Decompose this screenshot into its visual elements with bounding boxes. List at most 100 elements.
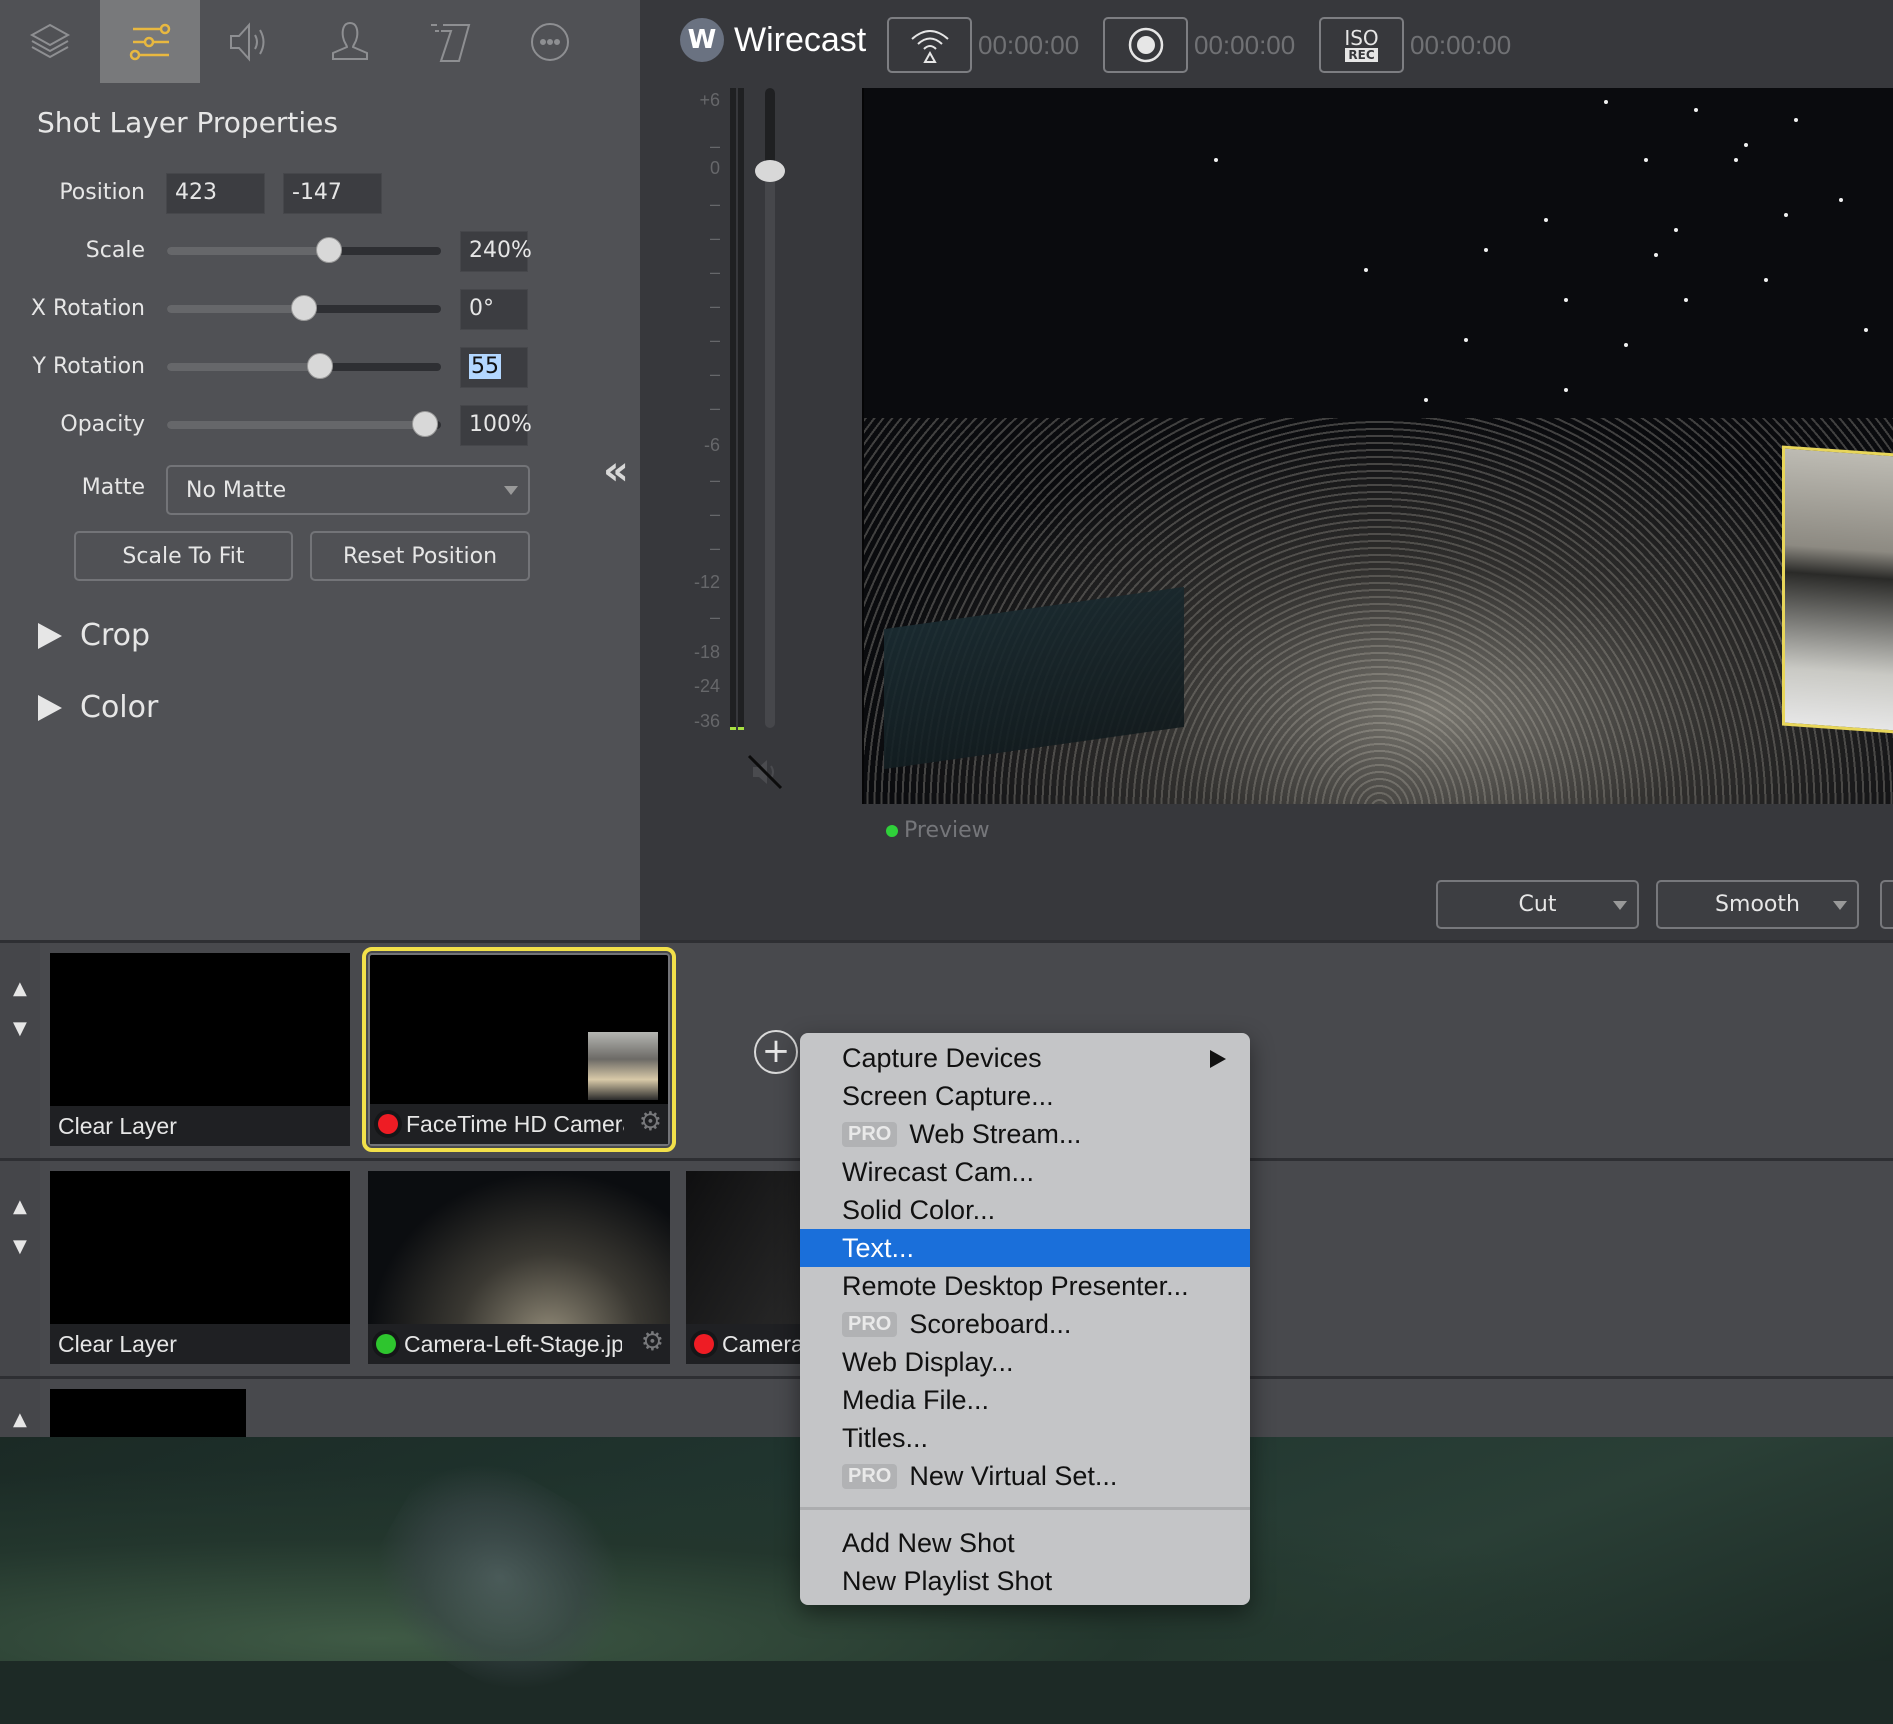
move-up-icon[interactable]: ▲ bbox=[13, 1409, 27, 1430]
color-section-toggle[interactable]: Color bbox=[38, 690, 158, 725]
pro-badge: PRO bbox=[842, 1463, 898, 1489]
menu-item[interactable]: Capture Devices bbox=[800, 1039, 1250, 1077]
star-dot bbox=[1794, 118, 1798, 122]
shot-thumbnail[interactable] bbox=[50, 1389, 246, 1440]
tab-more[interactable] bbox=[500, 0, 600, 83]
wirecast-logo-icon: W bbox=[680, 18, 724, 62]
shot-thumbnail[interactable]: Camera-Left-Stage.jpg ⚙ bbox=[368, 1171, 670, 1364]
speaker-icon bbox=[230, 21, 265, 62]
record-timecode: 00:00:00 bbox=[1194, 30, 1296, 60]
menu-item[interactable]: PRO New Virtual Set... bbox=[800, 1457, 1250, 1495]
menu-item[interactable]: PRO Scoreboard... bbox=[800, 1305, 1250, 1343]
shot-thumbnail[interactable]: Clear Layer bbox=[50, 953, 350, 1146]
gear-icon[interactable]: ⚙ bbox=[641, 1327, 664, 1357]
star-dot bbox=[1744, 143, 1748, 147]
vu-meter-left bbox=[730, 88, 736, 730]
collapse-panel-icon[interactable]: « bbox=[603, 448, 629, 494]
meter-tick: – bbox=[709, 364, 720, 384]
menu-item-label: Add New Shot bbox=[842, 1527, 1015, 1558]
move-up-icon[interactable]: ▲ bbox=[13, 978, 27, 999]
matte-select[interactable]: No Matte bbox=[166, 465, 530, 515]
menu-item[interactable]: Media File... bbox=[800, 1381, 1250, 1419]
add-shot-context-menu: Capture Devices Screen Capture... PRO Web S… bbox=[800, 1033, 1250, 1605]
meter-tick: – bbox=[709, 607, 720, 627]
reset-position-button[interactable]: Reset Position bbox=[310, 531, 530, 581]
meter-tick: – bbox=[709, 194, 720, 214]
menu-item[interactable]: New Playlist Shot bbox=[800, 1562, 1250, 1600]
shot-name: Clear Layer bbox=[58, 1112, 177, 1139]
menu-item-label: New Playlist Shot bbox=[842, 1565, 1053, 1596]
sliders-icon bbox=[129, 23, 171, 60]
transition-select-cut[interactable]: Cut bbox=[1436, 880, 1639, 929]
move-up-icon[interactable]: ▲ bbox=[13, 1196, 27, 1217]
slider-knob[interactable] bbox=[307, 353, 334, 379]
pro-badge: PRO bbox=[842, 1311, 898, 1337]
iso-record-button[interactable]: ISO REC bbox=[1319, 17, 1404, 73]
shot-name: FaceTime HD Camera bbox=[406, 1110, 624, 1137]
menu-item[interactable]: Add New Shot bbox=[800, 1524, 1250, 1562]
opacity-field[interactable]: 100% bbox=[460, 405, 532, 446]
opacity-slider[interactable] bbox=[167, 411, 441, 437]
menu-item-label: Titles... bbox=[842, 1422, 929, 1453]
x-rotation-field[interactable]: 0° bbox=[460, 289, 528, 330]
scale-label: Scale bbox=[85, 238, 145, 263]
panel-title: Shot Layer Properties bbox=[37, 106, 338, 139]
y-rotation-label: Y Rotation bbox=[32, 354, 145, 379]
tab-audio[interactable] bbox=[200, 0, 300, 83]
scale-slider[interactable] bbox=[167, 237, 441, 263]
menu-item[interactable]: Titles... bbox=[800, 1419, 1250, 1457]
shot-name: Clear Layer bbox=[58, 1330, 177, 1357]
x-rotation-slider[interactable] bbox=[167, 295, 441, 321]
menu-item[interactable]: Web Display... bbox=[800, 1343, 1250, 1381]
tab-chroma[interactable] bbox=[300, 0, 400, 83]
tab-motion[interactable] bbox=[400, 0, 500, 83]
preview-indicator bbox=[376, 1334, 396, 1354]
add-shot-button[interactable]: + bbox=[754, 1030, 798, 1074]
meter-tick: +6 bbox=[699, 90, 720, 110]
meter-tick: – bbox=[709, 136, 720, 156]
matte-value: No Matte bbox=[186, 478, 287, 503]
crop-section-toggle[interactable]: Crop bbox=[38, 618, 150, 653]
meter-tick: -36 bbox=[693, 711, 720, 731]
y-rotation-field[interactable]: 55 bbox=[460, 347, 528, 388]
move-down-icon[interactable]: ▼ bbox=[13, 1018, 27, 1039]
preview-text: Preview bbox=[904, 818, 990, 843]
record-button[interactable] bbox=[1103, 17, 1188, 73]
position-x-field[interactable]: 423 bbox=[166, 173, 265, 214]
app-name: Wirecast bbox=[734, 20, 867, 59]
x-rotation-label: X Rotation bbox=[30, 296, 145, 321]
scale-field[interactable]: 240% bbox=[460, 231, 532, 272]
move-down-icon[interactable]: ▼ bbox=[13, 1236, 27, 1257]
scale-to-fit-button[interactable]: Scale To Fit bbox=[74, 531, 293, 581]
meter-tick: – bbox=[709, 330, 720, 350]
menu-item[interactable]: Remote Desktop Presenter... bbox=[800, 1267, 1250, 1305]
menu-item[interactable]: Screen Capture... bbox=[800, 1077, 1250, 1115]
preview-canvas[interactable] bbox=[862, 88, 1893, 804]
star-dot bbox=[1624, 343, 1628, 347]
tab-properties[interactable] bbox=[100, 0, 200, 83]
go-button[interactable] bbox=[1880, 880, 1893, 929]
tab-layers[interactable] bbox=[0, 0, 100, 83]
menu-item-label: Text... bbox=[842, 1232, 915, 1263]
slider-knob[interactable] bbox=[291, 295, 317, 321]
menu-item[interactable]: Solid Color... bbox=[800, 1191, 1250, 1229]
slider-knob[interactable] bbox=[411, 411, 438, 437]
y-rotation-slider[interactable] bbox=[167, 353, 441, 379]
position-y-field[interactable]: -147 bbox=[283, 173, 382, 214]
slider-knob[interactable] bbox=[315, 237, 342, 263]
gear-icon[interactable]: ⚙ bbox=[639, 1107, 662, 1137]
mute-speaker-icon[interactable] bbox=[745, 752, 785, 792]
stream-button[interactable] bbox=[887, 17, 972, 73]
vu-level bbox=[738, 727, 744, 730]
fader-knob[interactable] bbox=[755, 160, 785, 182]
menu-item[interactable]: PRO Web Stream... bbox=[800, 1115, 1250, 1153]
menu-item[interactable]: Text... bbox=[800, 1229, 1250, 1267]
shot-thumbnail[interactable]: Clear Layer bbox=[50, 1171, 350, 1364]
selected-layer-bounding-box[interactable] bbox=[1782, 445, 1893, 735]
volume-fader[interactable] bbox=[755, 88, 785, 728]
menu-item[interactable]: Wirecast Cam... bbox=[800, 1153, 1250, 1191]
meter-tick: -12 bbox=[693, 572, 720, 592]
transition-select-smooth[interactable]: Smooth bbox=[1656, 880, 1859, 929]
shot-name: Camera bbox=[722, 1330, 804, 1357]
shot-thumbnail-selected[interactable]: FaceTime HD Camera ⚙ bbox=[362, 947, 676, 1152]
